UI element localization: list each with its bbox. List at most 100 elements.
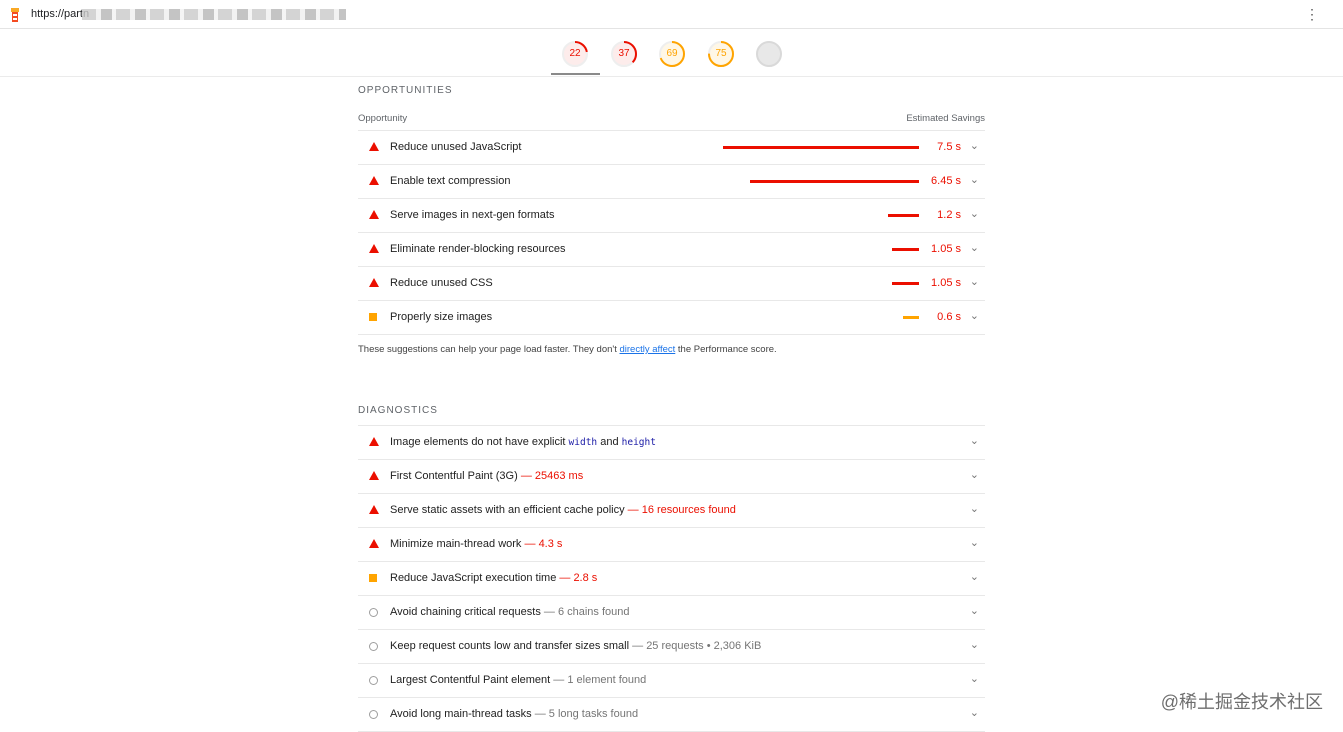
diagnostics-heading: DIAGNOSTICS <box>358 405 438 416</box>
diagnostic-separator: — <box>521 538 539 550</box>
chevron-down-icon[interactable]: ⌄ <box>970 502 979 515</box>
chevron-down-icon[interactable]: ⌄ <box>970 638 979 651</box>
diagnostic-value: 16 resources found <box>641 504 736 516</box>
url-bar: https://partn ⋮ <box>0 0 1343 29</box>
opportunity-label: Eliminate render-blocking resources <box>390 243 566 255</box>
opportunity-row[interactable]: Enable text compression 6.45 s ⌄ <box>358 165 985 199</box>
chevron-down-icon[interactable]: ⌄ <box>970 672 979 685</box>
diagnostic-row[interactable]: First Contentful Paint (3G) — 25463 ms ⌄ <box>358 460 985 494</box>
diagnostic-label: Image elements do not have explicit widt… <box>390 436 656 448</box>
score-gauge[interactable]: 22 <box>560 39 590 69</box>
diagnostic-row[interactable]: Reduce JavaScript execution time — 2.8 s… <box>358 562 985 596</box>
chevron-down-icon[interactable]: ⌄ <box>970 207 979 220</box>
watermark: @稀土掘金技术社区 <box>1160 692 1323 712</box>
diagnostic-row[interactable]: Image elements do not have explicit widt… <box>358 426 985 460</box>
gauge-score: 69 <box>666 48 678 59</box>
diagnostic-value: 5 long tasks found <box>548 708 639 720</box>
url-text[interactable]: https://partn <box>31 8 89 20</box>
lighthouse-logo-icon <box>11 8 19 22</box>
diagnostic-value: 25 requests • 2,306 KiB <box>646 640 762 652</box>
diagnostic-separator: — <box>531 708 549 720</box>
opportunity-label: Reduce unused CSS <box>390 277 493 289</box>
opportunity-row[interactable]: Eliminate render-blocking resources 1.05 … <box>358 233 985 267</box>
note-text-end: the Performance score. <box>675 344 777 355</box>
savings-bar <box>892 248 919 251</box>
opportunities-heading: OPPORTUNITIES <box>358 85 453 96</box>
diagnostic-row[interactable]: Largest Contentful Paint element — 1 ele… <box>358 664 985 698</box>
average-square-icon <box>369 313 377 321</box>
chevron-down-icon[interactable]: ⌄ <box>970 706 979 719</box>
chevron-down-icon[interactable]: ⌄ <box>970 468 979 481</box>
active-gauge-indicator <box>551 73 600 75</box>
fail-triangle-icon <box>369 471 379 480</box>
opportunity-row[interactable]: Properly size images 0.6 s ⌄ <box>358 301 985 335</box>
diagnostic-row[interactable]: Keep request counts low and transfer siz… <box>358 630 985 664</box>
directly-affect-link[interactable]: directly affect <box>619 344 675 355</box>
opportunity-row[interactable]: Reduce unused CSS 1.05 s ⌄ <box>358 267 985 301</box>
diagnostic-row[interactable]: Avoid chaining critical requests — 6 cha… <box>358 596 985 630</box>
chevron-down-icon[interactable]: ⌄ <box>970 536 979 549</box>
diagnostic-value: 4.3 s <box>538 538 563 550</box>
diagnostic-label: Reduce JavaScript execution time — 2.8 s <box>390 572 598 584</box>
diagnostic-separator: — <box>624 504 642 516</box>
opportunity-row[interactable]: Reduce unused JavaScript 7.5 s ⌄ <box>358 131 985 165</box>
opportunity-label: Properly size images <box>390 311 493 323</box>
chevron-down-icon[interactable]: ⌄ <box>970 241 979 254</box>
score-gauges: 22 37 69 75 <box>0 29 1343 77</box>
chevron-down-icon[interactable]: ⌄ <box>970 139 979 152</box>
gauge-score: 75 <box>715 48 727 59</box>
savings-bar <box>723 146 919 149</box>
diagnostics-list: Image elements do not have explicit widt… <box>358 425 985 732</box>
fail-triangle-icon <box>369 278 379 287</box>
savings-value: 6.45 s <box>931 175 961 187</box>
diagnostic-value: 1 element found <box>567 674 647 686</box>
chevron-down-icon[interactable]: ⌄ <box>970 173 979 186</box>
info-circle-icon <box>369 676 378 685</box>
diagnostic-label: Avoid long main-thread tasks — 5 long ta… <box>390 708 639 720</box>
fail-triangle-icon <box>369 210 379 219</box>
diagnostic-value: 2.8 s <box>573 572 598 584</box>
opportunities-list: Reduce unused JavaScript 7.5 s ⌄ Enable tex… <box>358 130 985 335</box>
chevron-down-icon[interactable]: ⌄ <box>970 309 979 322</box>
savings-value: 7.5 s <box>937 141 961 153</box>
diagnostic-value: 25463 ms <box>534 470 584 482</box>
diagnostic-value: 6 chains found <box>557 606 630 618</box>
opportunity-column-label: Opportunity <box>358 113 408 124</box>
chevron-down-icon[interactable]: ⌄ <box>970 275 979 288</box>
url-redacted <box>82 9 346 20</box>
more-vert-icon[interactable]: ⋮ <box>1305 7 1319 21</box>
diagnostic-row[interactable]: Serve static assets with an efficient ca… <box>358 494 985 528</box>
diagnostic-separator: — <box>550 674 568 686</box>
opportunity-row[interactable]: Serve images in next-gen formats 1.2 s ⌄ <box>358 199 985 233</box>
gauge-score: 37 <box>618 48 630 59</box>
diagnostic-row[interactable]: Minimize main-thread work — 4.3 s ⌄ <box>358 528 985 562</box>
chevron-down-icon[interactable]: ⌄ <box>970 570 979 583</box>
chevron-down-icon[interactable]: ⌄ <box>970 434 979 447</box>
chevron-down-icon[interactable]: ⌄ <box>970 604 979 617</box>
opportunity-label: Enable text compression <box>390 175 511 187</box>
gauge-score: 22 <box>569 48 581 59</box>
fail-triangle-icon <box>369 437 379 446</box>
score-gauge[interactable]: 75 <box>706 39 736 69</box>
diagnostic-label: Largest Contentful Paint element — 1 ele… <box>390 674 647 686</box>
diagnostic-label: Avoid chaining critical requests — 6 cha… <box>390 606 630 618</box>
gauge-arc <box>756 41 782 67</box>
diagnostic-label: First Contentful Paint (3G) — 25463 ms <box>390 470 584 482</box>
savings-value: 1.05 s <box>931 243 961 255</box>
info-circle-icon <box>369 608 378 617</box>
savings-bar <box>888 214 919 217</box>
savings-column-label: Estimated Savings <box>906 113 985 124</box>
score-gauge[interactable] <box>754 39 784 69</box>
diagnostic-separator: — <box>540 606 558 618</box>
fail-triangle-icon <box>369 142 379 151</box>
score-gauge[interactable]: 69 <box>657 39 687 69</box>
fail-triangle-icon <box>369 244 379 253</box>
diagnostic-separator: — <box>556 572 574 584</box>
fail-triangle-icon <box>369 176 379 185</box>
diagnostic-separator: — <box>629 640 647 652</box>
savings-bar <box>903 316 919 319</box>
diagnostic-row[interactable]: Avoid long main-thread tasks — 5 long ta… <box>358 698 985 732</box>
diagnostic-label: Minimize main-thread work — 4.3 s <box>390 538 563 550</box>
savings-value: 1.2 s <box>937 209 961 221</box>
score-gauge[interactable]: 37 <box>609 39 639 69</box>
